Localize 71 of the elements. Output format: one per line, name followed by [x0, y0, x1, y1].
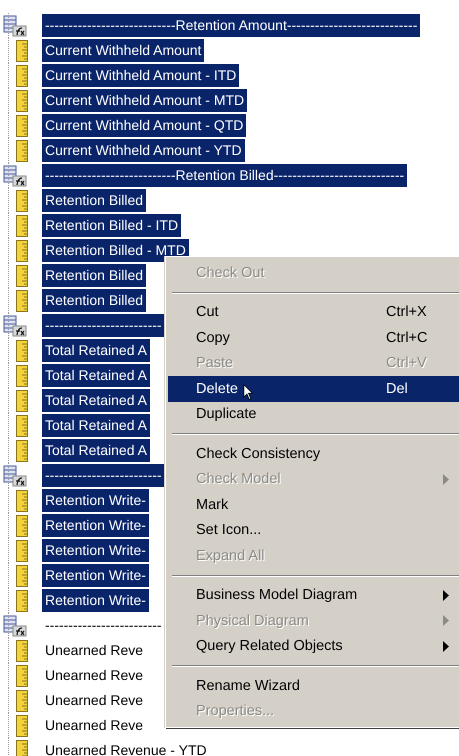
- measure-label[interactable]: Unearned Reve: [42, 664, 146, 687]
- ruler-icon: [16, 640, 28, 662]
- measure-label[interactable]: Retention Billed: [42, 189, 146, 212]
- ruler-icon: [16, 214, 28, 236]
- mouse-pointer-icon: [243, 384, 254, 401]
- ruler-icon: [16, 140, 28, 162]
- ruler-icon: [16, 264, 28, 286]
- measure-label[interactable]: Current Withheld Amount - YTD: [42, 139, 245, 162]
- menu-item[interactable]: Delete Del: [168, 376, 459, 402]
- ruler-icon: [16, 64, 28, 86]
- ruler-icon: [16, 490, 28, 512]
- measure-label[interactable]: Total Retained A: [42, 364, 150, 387]
- measure-label[interactable]: Current Withheld Amount - MTD: [42, 89, 248, 112]
- ruler-icon: [16, 564, 28, 586]
- measure-label[interactable]: Unearned Revenue - YTD: [42, 739, 210, 756]
- ruler-icon: [16, 290, 28, 312]
- ruler-icon: [16, 440, 28, 462]
- measure-label[interactable]: Retention Billed - ITD: [42, 214, 182, 237]
- measure-label[interactable]: Retention Write-: [42, 514, 149, 537]
- folder-label[interactable]: -------------------------: [42, 614, 165, 637]
- ruler-icon: [16, 190, 28, 212]
- measure-label[interactable]: Retention Billed - MTD: [42, 239, 189, 262]
- ruler-icon: [16, 664, 28, 686]
- menu-item[interactable]: Rename Wizard: [168, 673, 459, 698]
- ruler-icon: [16, 240, 28, 262]
- measure-label[interactable]: Unearned Reve: [42, 714, 146, 737]
- ruler-icon: [16, 390, 28, 412]
- menu-item[interactable]: Check Consistency: [168, 441, 459, 466]
- ruler-icon: [16, 340, 28, 362]
- measure-label[interactable]: Unearned Reve: [42, 639, 146, 662]
- measure-label[interactable]: Current Withheld Amount: [42, 39, 204, 62]
- formula-table-icon: [3, 464, 27, 486]
- ruler-icon: [16, 40, 28, 62]
- formula-table-icon: [3, 314, 27, 336]
- measure-label[interactable]: Current Withheld Amount - ITD: [42, 64, 240, 87]
- formula-table-icon: [3, 164, 27, 186]
- menu-item[interactable]: Query Related Objects: [168, 634, 459, 659]
- measure-label[interactable]: Retention Write-: [42, 589, 149, 612]
- formula-table-icon: [3, 14, 27, 36]
- measure-label[interactable]: Retention Write-: [42, 539, 149, 562]
- menu-item[interactable]: Copy Ctrl+C: [168, 325, 459, 350]
- measure-label[interactable]: Total Retained A: [42, 389, 150, 412]
- ruler-icon: [16, 364, 28, 386]
- measure-label[interactable]: Total Retained A: [42, 414, 150, 437]
- folder-label[interactable]: -------------------------: [42, 464, 165, 487]
- menu-item[interactable]: Cut Ctrl+X: [168, 300, 459, 325]
- measure-label[interactable]: Retention Billed: [42, 289, 146, 312]
- ruler-icon: [16, 740, 28, 756]
- menu-item[interactable]: Mark: [168, 492, 459, 518]
- measure-label[interactable]: Retention Billed: [42, 264, 146, 287]
- ruler-icon: [16, 114, 28, 136]
- measure-label[interactable]: Retention Write-: [42, 489, 149, 512]
- measure-label[interactable]: Retention Write-: [42, 564, 149, 587]
- measure-label[interactable]: Unearned Reve: [42, 689, 146, 712]
- folder-label[interactable]: ----------------------------Retention Amount----------------------------: [42, 14, 420, 37]
- ruler-icon: [16, 714, 28, 736]
- ruler-icon: [16, 90, 28, 112]
- menu-item[interactable]: Business Model Diagram: [168, 582, 459, 608]
- folder-label[interactable]: -------------------------: [42, 314, 165, 337]
- measure-label[interactable]: Total Retained A: [42, 439, 150, 462]
- folder-label[interactable]: ----------------------------Retention Billed----------------------------: [42, 164, 408, 187]
- measure-label[interactable]: Current Withheld Amount - QTD: [42, 114, 246, 137]
- menu-item[interactable]: Set Icon...: [168, 518, 459, 543]
- measure-label[interactable]: Total Retained A: [42, 339, 150, 362]
- menu-item[interactable]: Duplicate: [168, 402, 459, 427]
- ruler-icon: [16, 414, 28, 436]
- ruler-icon: [16, 690, 28, 712]
- formula-table-icon: [3, 614, 27, 636]
- ruler-icon: [16, 540, 28, 562]
- ruler-icon: [16, 514, 28, 536]
- ruler-icon: [16, 590, 28, 612]
